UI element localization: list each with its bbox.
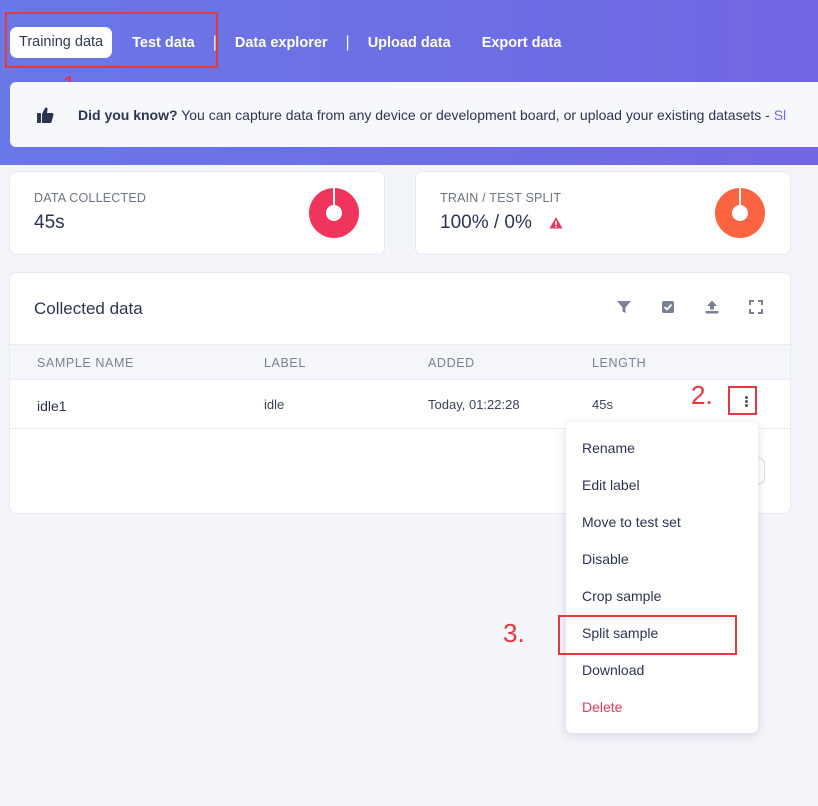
length-cell: 45s — [592, 397, 613, 412]
data-collected-card: DATA COLLECTED 45s — [10, 172, 384, 254]
collected-data-title: Collected data — [34, 299, 143, 318]
filter-icon[interactable] — [616, 299, 632, 315]
menu-item-move-to-test-set[interactable]: Move to test set — [582, 514, 681, 530]
tip-banner: Did you know? You can capture data from … — [10, 82, 818, 147]
tip-message: Did you know? You can capture data from … — [78, 107, 786, 123]
column-header-added[interactable]: ADDED — [428, 356, 475, 370]
menu-item-crop-sample[interactable]: Crop sample — [582, 588, 661, 604]
pagination-edge — [757, 457, 765, 485]
train-test-split-value: 100% / 0% — [440, 212, 532, 233]
sample-name-cell[interactable]: idle1 — [37, 398, 67, 414]
tab-data-explorer[interactable]: Data explorer — [235, 35, 328, 51]
menu-item-edit-label[interactable]: Edit label — [582, 477, 640, 493]
tab-separator: | — [345, 33, 350, 51]
menu-item-rename[interactable]: Rename — [582, 440, 635, 456]
annotation-box-3 — [558, 615, 737, 655]
train-test-split-card: TRAIN / TEST SPLIT 100% / 0% — [416, 172, 790, 254]
tab-upload-data[interactable]: Upload data — [368, 35, 451, 51]
annotation-label-2: 2. — [691, 380, 713, 410]
menu-item-delete[interactable]: Delete — [582, 699, 622, 715]
annotation-box-2 — [728, 386, 757, 415]
data-collected-donut — [309, 188, 359, 238]
checkbox-icon[interactable] — [660, 299, 676, 315]
menu-item-download[interactable]: Download — [582, 662, 644, 678]
column-header-sample-name[interactable]: SAMPLE NAME — [37, 356, 134, 370]
tab-export-data[interactable]: Export data — [482, 35, 562, 51]
column-header-length[interactable]: LENGTH — [592, 356, 646, 370]
tip-link[interactable]: Sl — [774, 107, 786, 123]
thumbs-up-icon — [37, 107, 54, 123]
added-cell: Today, 01:22:28 — [428, 397, 520, 412]
column-header-label[interactable]: LABEL — [264, 356, 306, 370]
row-actions-dropdown: Rename Edit label Move to test set Disab… — [566, 422, 758, 733]
train-test-split-label: TRAIN / TEST SPLIT — [440, 191, 562, 205]
annotation-label-3: 3. — [503, 618, 525, 648]
tip-body: You can capture data from any device or … — [177, 106, 774, 123]
annotation-box-1 — [5, 12, 218, 68]
table-header: SAMPLE NAME LABEL ADDED LENGTH — [10, 344, 790, 380]
expand-icon[interactable] — [748, 299, 764, 315]
data-collected-label: DATA COLLECTED — [34, 191, 147, 205]
warning-icon — [549, 217, 563, 229]
upload-icon[interactable] — [704, 299, 720, 315]
data-collected-value: 45s — [34, 212, 65, 233]
label-cell: idle — [264, 397, 285, 412]
train-test-split-donut — [715, 188, 765, 238]
tip-heading: Did you know? — [78, 106, 178, 123]
menu-item-disable[interactable]: Disable — [582, 551, 629, 567]
